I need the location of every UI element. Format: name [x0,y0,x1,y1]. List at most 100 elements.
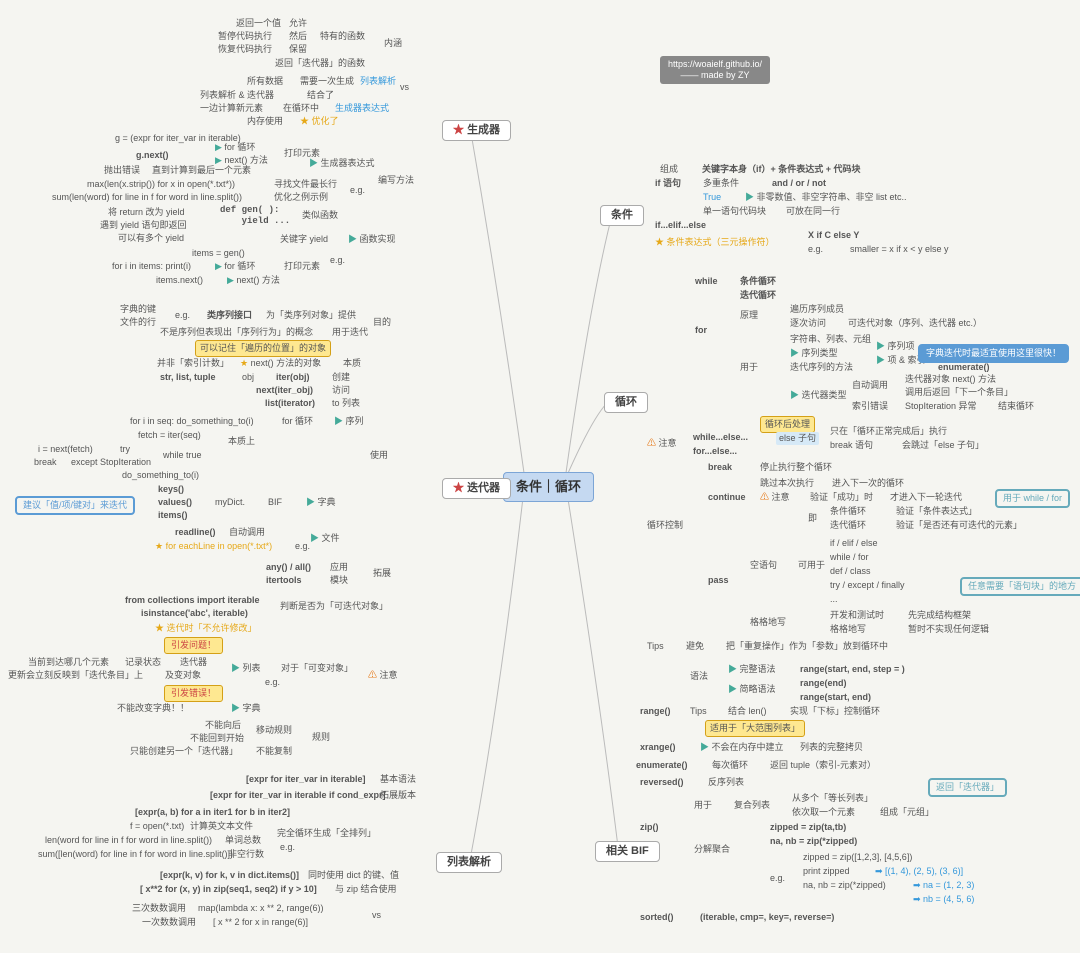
b-tuple: 组成「元组」 [880,807,934,818]
it-tolist: to 列表 [332,398,360,409]
it-iternomod: ★ 迭代时「不允许修改」 [155,623,257,634]
l-reop: 把「重复操作」作为「参数」放到循环中 [726,641,888,652]
lc-basicv: 基本语法 [380,774,416,785]
c-smaller: smaller = x if x < y else y [850,244,949,255]
c-kw: 关键字本身（if）+ 条件表达式 + 代码块 [702,164,861,175]
gen-retlist: 返回「迭代器」的函数 [275,58,365,69]
it-seehow: 当前到达哪几个元素 [28,657,109,668]
gen-gnext: g.next() [136,150,169,161]
it-items: items() [158,510,188,521]
it-foreach: ★ for eachLine in open(*.txt*) [155,541,272,552]
l-tips: Tips [647,641,664,652]
cat-bif[interactable]: 相关 BIF [595,841,660,862]
gen-likefn: 类似函数 [302,210,338,221]
lc-zip: [ x**2 for (x, y) in zip(seq1, seq2) if … [140,884,317,895]
l-endloop: 结束循环 [998,401,1034,412]
it-notseq: 不是序列但表现出「序列行为」的概念 [160,327,313,338]
it-fromcol: from collections import iterable [125,595,260,606]
l-canuse: 可用于 [798,560,825,571]
l-note2: ⚠ 注意 [760,492,790,503]
b-subctrl: 实现「下标」控制循环 [790,706,880,717]
it-useiter: 用于迭代 [332,327,368,338]
gen-items: items = gen() [192,248,245,259]
it-module: 模块 [330,575,348,586]
it-except: except StopIteration [71,457,151,468]
l-strtuple: 字符串、列表、元组 [790,334,871,345]
gen-vs: vs [400,82,409,93]
l-condloop: 条件循环 [740,276,776,287]
b-na: ➡ na = (1, 2, 3) [913,880,974,891]
cat-generator[interactable]: ★ 生成器 [442,120,511,141]
b-biglist: 适用于「大范围列表」 [705,720,805,737]
it-seq: ▶ 序列 [334,416,364,427]
l-iterloop: 迭代循环 [740,290,776,301]
it-types: str, list, tuple [160,372,216,383]
it-essence: 本质 [343,358,361,369]
it-file: ▶ 文件 [310,533,340,544]
central-topic[interactable]: 条件｜循环 [503,472,594,502]
b-nanb: na, nb = zip(*zipped) [803,880,886,891]
it-error: 引发错误！ [164,685,223,702]
credit-box: https://woaielf.github.io/—— made by ZY [660,56,770,84]
l-while: while [695,276,718,287]
gen-neirun: 内涵 [384,38,402,49]
it-recommend: 建议「值/项/键对」来迭代 [15,496,135,515]
l-即: 即 [808,513,817,524]
gen-keep: 保留 [289,44,307,55]
lc-eg: e.g. [280,842,295,853]
c-if: if 语句 [655,178,681,189]
it-judge: 判断是否为「可迭代对象」 [280,601,388,612]
it-inext: i = next(fetch) [38,444,93,455]
cat-listcomp[interactable]: 列表解析 [436,852,502,873]
l-empty: 空语句 [750,560,777,571]
c-nonzero: ▶ 非零数值、非空字符串、非空 list etc.. [745,192,907,203]
b-zipres: ➡ [(1, 4), (2, 5), (3, 6)] [875,866,963,877]
gen-inloop: 在循环中 [283,103,319,114]
it-listiter: list(iterator) [265,398,315,409]
it-nextiter: next(iter_obj) [256,385,313,396]
it-newadd: 更新会立刻反映到「迭代条目」上 [8,670,143,681]
gen-genexpr: 生成器表达式 [335,103,389,114]
lc-onelam: [ x ** 2 for x in range(6)] [213,917,308,928]
b-enum: enumerate() [636,760,688,771]
lc-maplam: map(lambda x: x ** 2, range(6)) [198,903,324,914]
l-tryex: try / except / finally [830,580,905,591]
c-true: True [703,192,721,203]
b-decomp: 分解聚合 [694,844,730,855]
lc-one: 一次数数调用 [142,917,196,928]
gen-kwyield: 关键字 yield [280,234,328,245]
it-nocopy: 不能复制 [256,746,292,757]
it-dosth: do_something_to(i) [122,470,199,481]
l-itertype: ▶ 迭代器类型 [790,390,847,401]
b-byidx: 依次取一个元素 [792,807,855,818]
l-enum: enumerate() [938,362,990,373]
l-note: ⚠ 注意 [647,438,677,449]
it-iterator: 迭代器 [180,657,207,668]
it-rule: 规则 [312,732,330,743]
b-sortsig: (iterable, cmp=, key=, reverse=) [700,912,834,923]
cat-iterator[interactable]: ★ 迭代器 [442,478,511,499]
lc-usedict: 同时使用 dict 的键、值 [308,870,399,881]
gen-multy: 可以有多个 yield [118,233,184,244]
cat-condition[interactable]: 条件 [600,205,644,226]
gen-genexprn: ▶ 生成器表达式 [309,158,375,169]
it-use: 使用 [370,450,388,461]
gen-findmax: 寻找文件最长行 [274,179,337,190]
b-rangese: range(start, end) [800,692,871,703]
b-revseq: 反序列表 [708,777,744,788]
b-tips: Tips [690,706,707,717]
it-dict2: ▶ 字典 [231,703,261,714]
it-eg: e.g. [175,310,190,321]
lc-map: 三次数数调用 [132,903,186,914]
b-retiter: 返回「迭代器」 [928,778,1007,797]
l-usedfor: 用于 [740,362,758,373]
gen-throw: 抛出错误 [104,165,140,176]
it-nextobj: ★ next() 方法的对象 [240,358,321,369]
b-reversed: reversed() [640,777,684,788]
cat-loop[interactable]: 循环 [604,392,648,413]
gen-forloop: ▶ for 循环 [215,142,255,153]
b-eachloop: 每次循环 [712,760,748,771]
l-else: else 子句 [776,432,819,445]
lc-fopen: f = open(*.txt) [130,821,184,832]
gen-printel: 打印元素 [284,261,320,272]
